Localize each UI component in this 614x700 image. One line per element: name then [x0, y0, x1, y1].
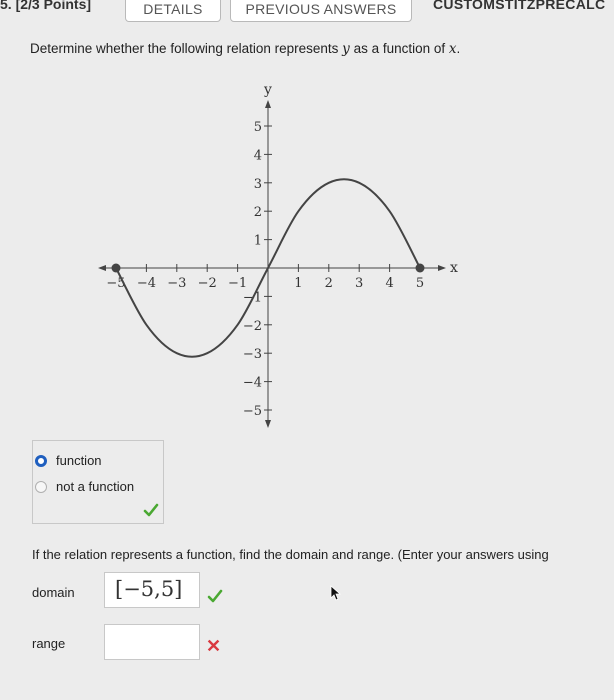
x-tick-label: 5: [416, 276, 424, 291]
y-tick-label: 5: [254, 120, 262, 135]
endpoint-dot: [111, 263, 121, 273]
y-tick-label: −4: [243, 376, 262, 391]
x-tick-label: 2: [325, 276, 333, 291]
cursor-icon: [330, 585, 342, 601]
option-not-function[interactable]: not a function: [35, 479, 134, 494]
y-tick-label: 4: [254, 148, 262, 163]
part2-prompt: If the relation represents a function, f…: [32, 547, 549, 562]
x-tick-label: −1: [228, 276, 247, 291]
endpoint-dot: [415, 263, 425, 273]
x-tick-label: −3: [167, 276, 186, 291]
range-label: range: [32, 636, 66, 651]
y-axis-arrow-bottom: [265, 420, 271, 428]
y-tick-label: −2: [243, 319, 262, 334]
check-icon: [207, 589, 223, 603]
check-icon: [143, 503, 159, 517]
x-axis-label: x: [450, 260, 458, 276]
radio-empty-icon[interactable]: [35, 480, 47, 493]
y-tick-label: 3: [254, 177, 262, 192]
domain-label: domain: [32, 585, 75, 600]
x-tick-label: −4: [137, 276, 156, 291]
answer-choices: function not a function: [32, 440, 164, 524]
x-tick-label: 4: [385, 276, 393, 291]
y-tick-label: −5: [243, 404, 262, 419]
x-tick-label: −2: [198, 276, 217, 291]
range-input[interactable]: [104, 624, 200, 660]
option-function[interactable]: function: [35, 453, 102, 468]
y-tick-label: 1: [254, 234, 262, 249]
x-axis-arrow: [438, 265, 446, 271]
domain-input[interactable]: [−5,5]: [104, 572, 200, 608]
x-axis-arrow-left: [98, 265, 106, 271]
function-graph: −5 −4 −3 −2 −1 1 2 3 4 5−5−4−3−2−112345 x y: [98, 82, 458, 428]
x-tick-label: 3: [355, 276, 363, 291]
cross-icon: ✕: [206, 636, 222, 656]
y-axis-arrow: [265, 100, 271, 108]
x-tick-label: 1: [294, 276, 302, 291]
option-function-label: function: [56, 453, 102, 468]
y-axis-label: y: [263, 82, 272, 98]
graph-axes: −5 −4 −3 −2 −1 1 2 3 4 5−5−4−3−2−112345: [98, 100, 446, 428]
y-tick-label: −3: [243, 347, 262, 362]
y-tick-label: 2: [254, 205, 262, 220]
domain-value: [−5,5]: [115, 577, 183, 601]
radio-selected-icon[interactable]: [35, 454, 47, 467]
option-not-function-label: not a function: [56, 479, 135, 494]
